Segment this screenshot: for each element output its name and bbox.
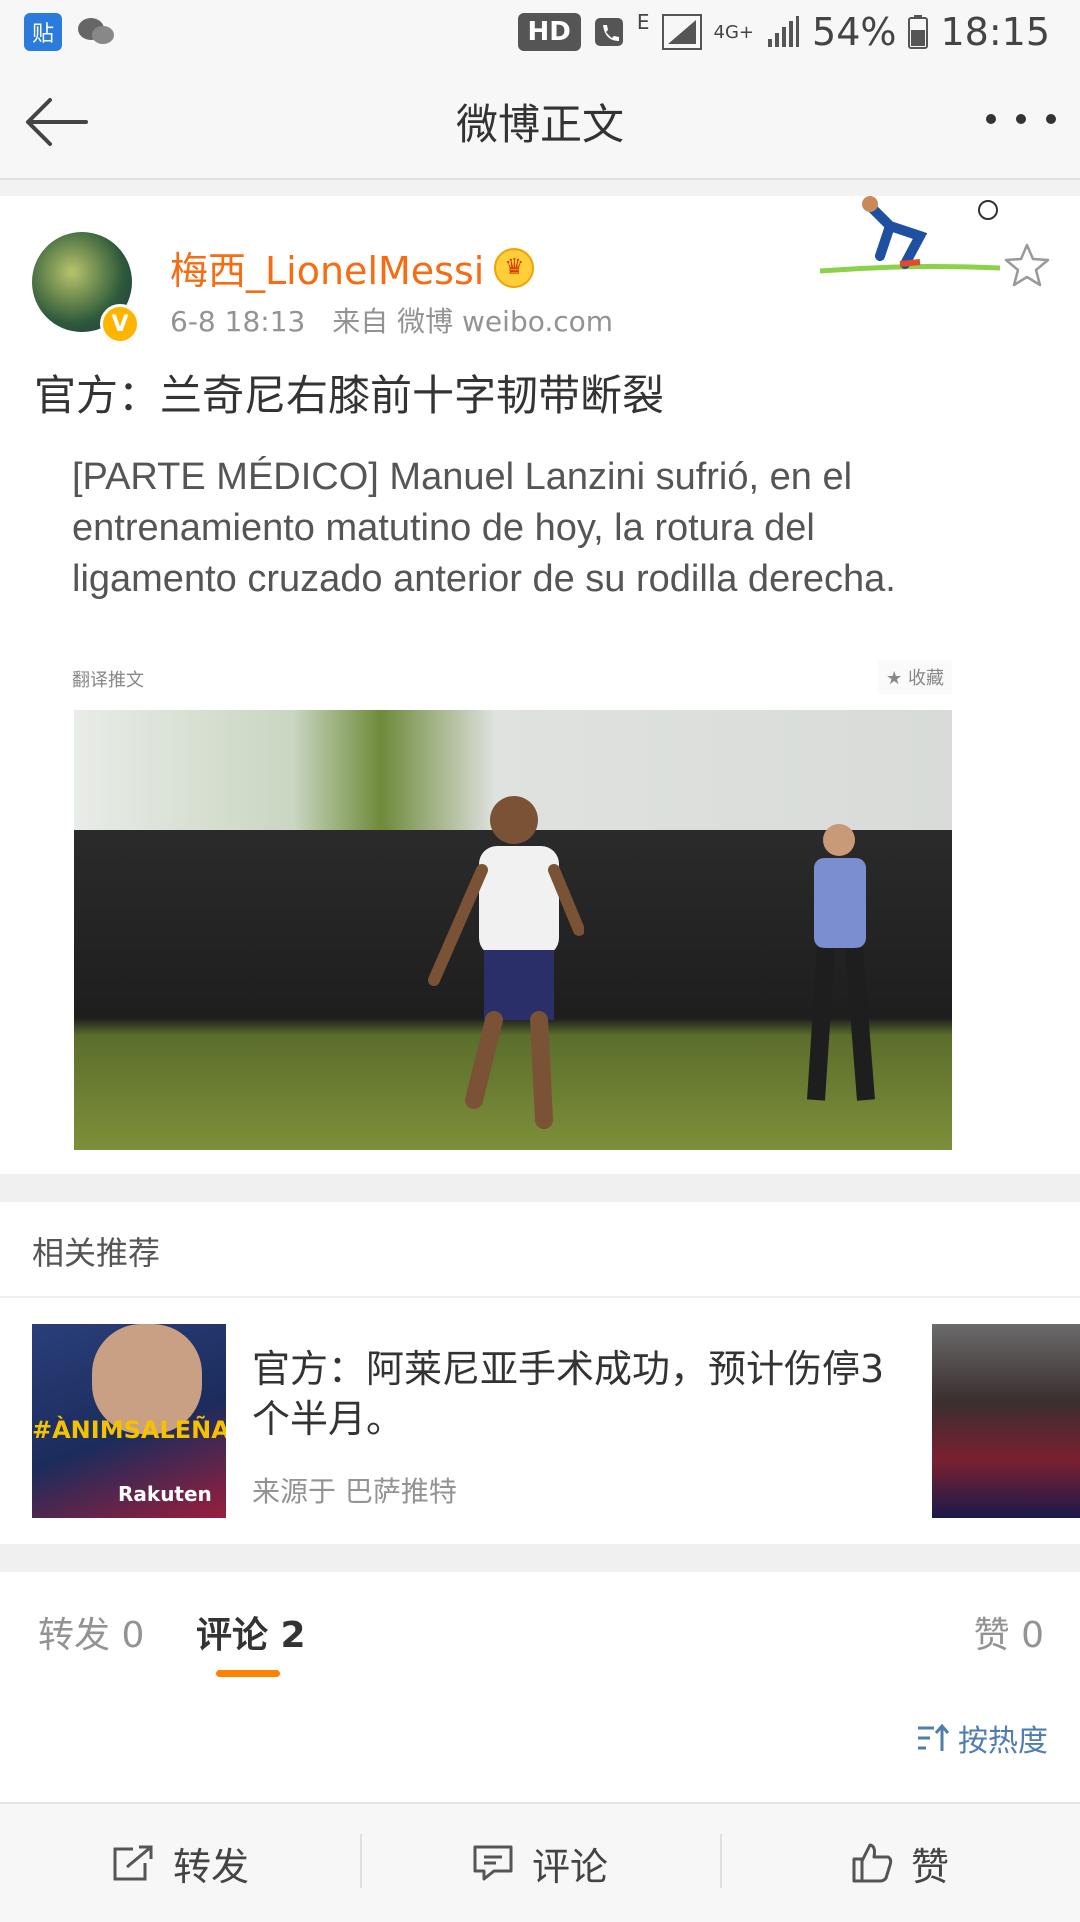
- tweet-fav-label: ★ 收藏: [878, 660, 952, 694]
- post-source: 来自 微博 weibo.com: [332, 305, 614, 338]
- related-recommendations: 相关推荐 #ÀNIMSALEÑA Rakuten 官方：阿莱尼亚手术成功，预计伤…: [0, 1202, 1080, 1544]
- username-text[interactable]: 梅西_LionelMessi: [170, 240, 484, 295]
- network-type: 4G+: [713, 21, 755, 43]
- sort-label: 按热度: [958, 1724, 1048, 1759]
- section-divider: [0, 1174, 1080, 1202]
- interaction-tabs: 转发 0 评论 2 赞 0: [0, 1572, 1080, 1688]
- tab-repost[interactable]: 转发 0: [38, 1606, 144, 1658]
- wechat-icon: [78, 18, 114, 44]
- repost-icon: [113, 1845, 153, 1881]
- page-title: 微博正文: [455, 99, 624, 149]
- bottom-action-bar: 转发 评论 赞: [0, 1802, 1080, 1922]
- active-tab-indicator: [216, 1670, 280, 1677]
- sort-by-hot-button[interactable]: 按热度: [916, 1716, 1048, 1760]
- battery-icon: [908, 15, 929, 49]
- signal-bars-icon: [768, 16, 800, 47]
- tab-comments[interactable]: 评论 2: [196, 1606, 306, 1658]
- more-options-icon[interactable]: [986, 94, 1056, 144]
- training-photo: [74, 710, 952, 1150]
- related-header: 相关推荐: [32, 1234, 161, 1272]
- related-source: 来源于 巴萨推特: [252, 1475, 457, 1508]
- soccer-player-decoration-icon: [819, 196, 1001, 274]
- status-bar: 贴 HD E 4G+ 54% 18:15: [0, 0, 1080, 64]
- section-divider: [0, 1544, 1080, 1572]
- favorite-star-icon[interactable]: [1004, 242, 1050, 288]
- top-nav-bar: 微博正文: [0, 64, 1080, 180]
- call-icon: [594, 18, 623, 46]
- repost-button[interactable]: 转发: [0, 1804, 360, 1922]
- battery-percent: 54%: [812, 10, 897, 54]
- post-date: 6-8 18:13: [170, 305, 306, 338]
- related-thumbnail[interactable]: #ÀNIMSALEÑA Rakuten: [32, 1324, 226, 1518]
- like-button[interactable]: 赞: [720, 1804, 1080, 1922]
- tweet-screenshot-text: [PARTE MÉDICO] Manuel Lanzini sufrió, en…: [72, 456, 896, 600]
- comment-label: 评论: [531, 1844, 608, 1889]
- weibo-post-card: V 梅西_LionelMessi ♛ 6-8 18:13 来自 微博 weibo…: [0, 196, 1080, 1174]
- player-figure: [428, 796, 584, 1129]
- like-label: 赞: [910, 1844, 949, 1889]
- hd-indicator: HD: [517, 13, 581, 51]
- back-arrow-icon[interactable]: [20, 92, 90, 152]
- divider: [0, 1296, 1080, 1298]
- verified-badge-icon: V: [100, 304, 140, 344]
- coach-figure: [807, 824, 875, 1101]
- post-title: 官方：兰奇尼右膝前十字韧带断裂: [34, 371, 665, 420]
- thumbnail-sponsor: Rakuten: [118, 1482, 212, 1506]
- thumbnail-hashtag: #ÀNIMSALEÑA: [32, 1416, 226, 1444]
- sort-area: 按热度: [0, 1686, 1080, 1802]
- username[interactable]: 梅西_LionelMessi ♛: [170, 240, 535, 295]
- related-thumbnail-next[interactable]: [932, 1324, 1080, 1518]
- translate-tweet-label: 翻译推文: [72, 670, 144, 691]
- tieba-app-icon: 贴: [24, 13, 62, 51]
- thumbs-up-icon: [852, 1843, 893, 1883]
- comment-icon: [473, 1845, 513, 1881]
- post-image[interactable]: [PARTE MÉDICO] Manuel Lanzini sufrió, en…: [72, 452, 952, 1152]
- signal-icon: [661, 14, 702, 50]
- clock: 18:15: [940, 10, 1050, 54]
- crown-member-icon: ♛: [494, 247, 535, 288]
- related-title[interactable]: 官方：阿莱尼亚手术成功，预计伤停3个半月。: [252, 1344, 912, 1444]
- tab-likes[interactable]: 赞 0: [974, 1606, 1044, 1658]
- sort-icon: [918, 1723, 950, 1751]
- post-meta: 6-8 18:13 来自 微博 weibo.com: [170, 300, 631, 340]
- repost-label: 转发: [172, 1844, 249, 1889]
- network-e: E: [636, 10, 650, 34]
- comment-button[interactable]: 评论: [360, 1804, 720, 1922]
